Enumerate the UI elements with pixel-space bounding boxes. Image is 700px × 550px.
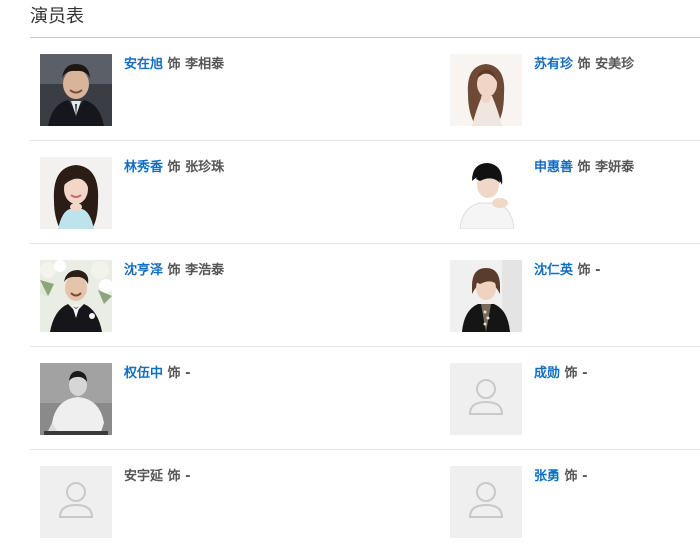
actor-photo-placeholder[interactable] [450,466,522,538]
role-label: 饰 [167,263,181,278]
cast-item: 安在旭 饰 李相泰 [40,54,440,126]
cast-info: 安宇延 饰 - [124,468,191,486]
actor-photo[interactable] [450,260,522,332]
cast-row: 权伍中 饰 - 成勋 饰 - [30,347,700,450]
cast-info: 成勋 饰 - [534,365,588,383]
actor-name-link[interactable]: 林秀香 [124,160,163,175]
role-label: 饰 [167,366,181,381]
actor-photo[interactable] [450,54,522,126]
cast-row: 沈亨泽 饰 李浩泰 沈仁英 饰 - [30,244,700,347]
role-name: 安美珍 [595,57,635,72]
cast-info: 沈仁英 饰 - [534,262,601,280]
actor-name-link[interactable]: 申惠善 [534,160,573,175]
cast-row: 安在旭 饰 李相泰 苏有珍 饰 安美珍 [30,38,700,141]
actor-name-link[interactable]: 沈亨泽 [124,263,163,278]
actor-photo[interactable] [40,157,112,229]
role-label: 饰 [167,160,181,175]
cast-item: 权伍中 饰 - [40,363,440,435]
cast-item: 安宇延 饰 - [40,466,440,538]
cast-info: 权伍中 饰 - [124,365,191,383]
cast-row: 安宇延 饰 - 张勇 饰 - [30,450,700,550]
role-label: 饰 [577,57,591,72]
role-name: - [595,263,601,278]
role-name: 李妍泰 [595,160,635,175]
role-name: - [185,469,191,484]
role-name: 李浩泰 [185,263,225,278]
cast-info: 安在旭 饰 李相泰 [124,56,224,74]
actor-photo-placeholder[interactable] [450,363,522,435]
role-name: - [582,469,588,484]
actor-photo-placeholder [40,466,112,538]
cast-info: 苏有珍 饰 安美珍 [534,56,634,74]
cast-item: 苏有珍 饰 安美珍 [450,54,700,126]
actor-name-link[interactable]: 成勋 [534,366,560,381]
actor-name-link[interactable]: 权伍中 [124,366,163,381]
cast-item: 林秀香 饰 张珍珠 [40,157,440,229]
cast-item: 申惠善 饰 李妍泰 [450,157,700,229]
actor-photo[interactable] [40,363,112,435]
cast-info: 申惠善 饰 李妍泰 [534,159,634,177]
actor-photo[interactable] [450,157,522,229]
cast-item: 沈亨泽 饰 李浩泰 [40,260,440,332]
cast-info: 沈亨泽 饰 李浩泰 [124,262,224,280]
default-avatar-icon [450,363,522,435]
role-name: 张珍珠 [185,160,225,175]
actor-name-link[interactable]: 张勇 [534,469,560,484]
cast-header: 演员表 [30,0,700,38]
cast-list: 安在旭 饰 李相泰 苏有珍 饰 安美珍 林秀香 饰 张珍珠 申惠善 饰 李妍泰 … [30,38,700,550]
cast-item: 沈仁英 饰 - [450,260,700,332]
role-name: 李相泰 [185,57,225,72]
actor-name-link[interactable]: 安在旭 [124,57,163,72]
cast-info: 林秀香 饰 张珍珠 [124,159,224,177]
role-label: 饰 [564,469,578,484]
actor-photo[interactable] [40,54,112,126]
cast-page: 演员表 安在旭 饰 李相泰 苏有珍 饰 安美珍 林秀香 饰 张珍珠 申惠善 饰 … [0,0,700,550]
role-label: 饰 [167,57,181,72]
actor-name: 安宇延 [124,469,164,484]
page-title: 演员表 [30,6,84,27]
role-label: 饰 [577,160,591,175]
default-avatar-icon [450,466,522,538]
role-name: - [582,366,588,381]
actor-photo[interactable] [40,260,112,332]
actor-name-link[interactable]: 沈仁英 [534,263,573,278]
role-label: 饰 [167,469,181,484]
cast-info: 张勇 饰 - [534,468,588,486]
role-label: 饰 [564,366,578,381]
role-name: - [185,366,191,381]
cast-row: 林秀香 饰 张珍珠 申惠善 饰 李妍泰 [30,141,700,244]
cast-item: 成勋 饰 - [450,363,700,435]
cast-item: 张勇 饰 - [450,466,700,538]
role-label: 饰 [577,263,591,278]
default-avatar-icon [40,466,112,538]
actor-name-link[interactable]: 苏有珍 [534,57,573,72]
